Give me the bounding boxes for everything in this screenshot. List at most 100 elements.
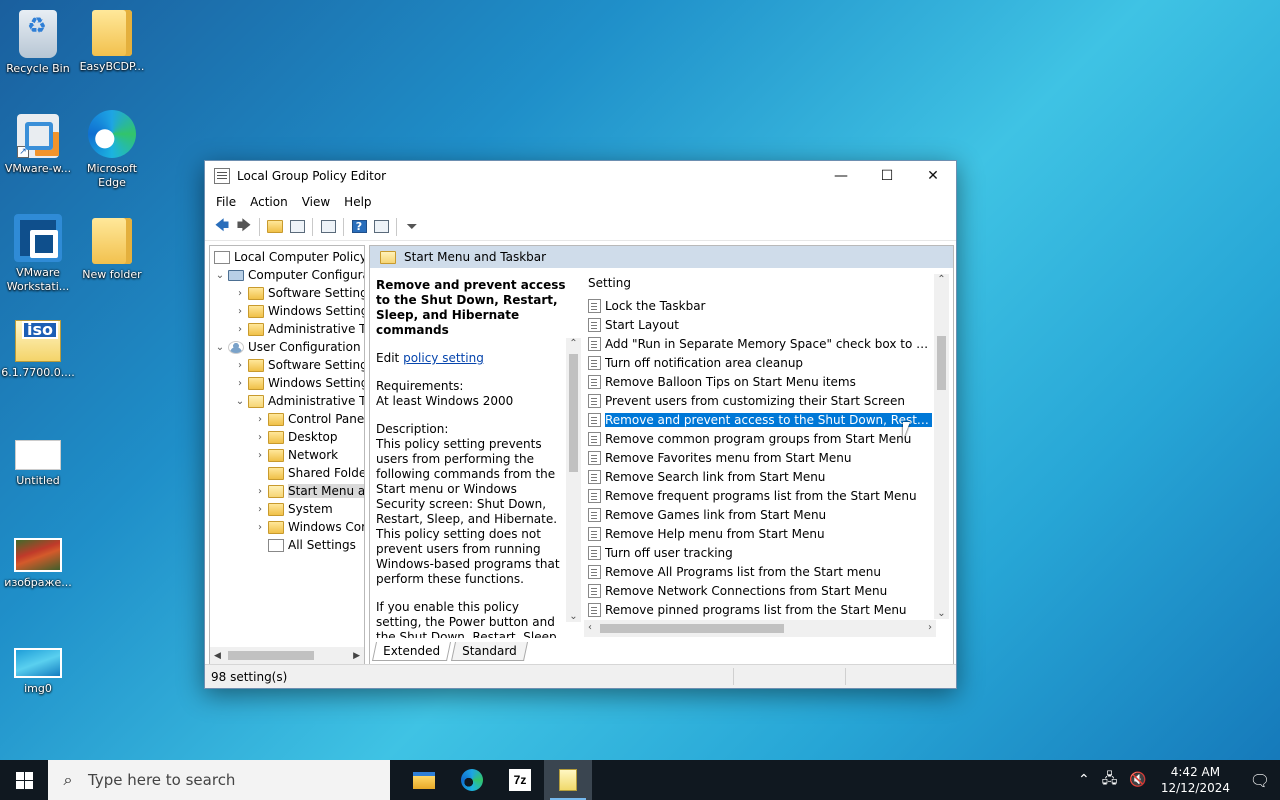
tree-item-computer-software-settings[interactable]: › Software Settings xyxy=(234,284,364,302)
clock[interactable]: 4:42 AM 12/12/2024 xyxy=(1153,764,1240,796)
tree-item-user-software-settings[interactable]: › Software Settings xyxy=(234,356,364,374)
collapse-icon[interactable]: ⌄ xyxy=(214,342,226,353)
expand-icon[interactable]: › xyxy=(234,324,246,335)
scroll-thumb[interactable] xyxy=(569,354,578,472)
setting-row[interactable]: Remove Games link from Start Menu xyxy=(588,505,932,524)
setting-row[interactable]: Prevent users from customizing their Sta… xyxy=(588,391,932,410)
setting-row[interactable]: Turn off user tracking xyxy=(588,543,932,562)
scroll-up-icon[interactable]: ⌃ xyxy=(566,338,581,349)
collapse-icon[interactable]: ⌄ xyxy=(214,270,226,281)
desktop-icon-new-folder[interactable]: New folder xyxy=(74,218,150,282)
menu-action[interactable]: Action xyxy=(243,193,295,211)
collapse-icon[interactable]: ⌄ xyxy=(234,396,246,407)
desktop-icon-untitled[interactable]: Untitled xyxy=(0,430,76,488)
expand-icon[interactable]: › xyxy=(234,306,246,317)
tree-item-shared-folders[interactable]: Shared Folder xyxy=(254,464,364,482)
scroll-left-icon[interactable]: ◀ xyxy=(214,651,221,661)
scroll-thumb[interactable] xyxy=(228,651,314,660)
network-icon[interactable]: 🖧 xyxy=(1096,768,1124,792)
scroll-right-icon[interactable]: › xyxy=(928,622,932,633)
back-button[interactable]: 🡄 xyxy=(211,216,233,238)
scroll-right-icon[interactable]: ▶ xyxy=(353,651,360,661)
scroll-thumb[interactable] xyxy=(600,624,784,633)
taskbar-7zip[interactable]: 7z xyxy=(496,760,544,800)
maximize-button[interactable]: ☐ xyxy=(864,161,910,191)
up-folder-button[interactable] xyxy=(264,216,286,238)
expand-icon[interactable]: › xyxy=(254,522,266,533)
list-horizontal-scrollbar[interactable]: ‹ › xyxy=(584,620,936,637)
title-bar[interactable]: Local Group Policy Editor — ☐ ✕ xyxy=(205,161,956,191)
setting-row[interactable]: Turn off notification area cleanup xyxy=(588,353,932,372)
taskbar-file-explorer[interactable] xyxy=(400,760,448,800)
tree-item-user-configuration[interactable]: ⌄ User Configuration xyxy=(214,338,361,356)
properties-button[interactable] xyxy=(370,216,392,238)
minimize-button[interactable]: — xyxy=(818,161,864,191)
expand-icon[interactable]: › xyxy=(234,360,246,371)
tree-item-user-administrative-templates[interactable]: ⌄ Administrative Te xyxy=(234,392,364,410)
tree-item-all-settings[interactable]: All Settings xyxy=(254,536,356,554)
tab-extended[interactable]: Extended xyxy=(371,642,452,661)
setting-row[interactable]: Start Layout xyxy=(588,315,932,334)
setting-row[interactable]: Remove and prevent access to the Shut Do… xyxy=(588,410,932,429)
tree-item-system[interactable]: › System xyxy=(254,500,333,518)
scroll-thumb[interactable] xyxy=(937,336,946,390)
expand-icon[interactable]: › xyxy=(254,432,266,443)
taskbar-policy-editor[interactable] xyxy=(544,760,592,800)
setting-row[interactable]: Remove pinned programs list from the Sta… xyxy=(588,600,932,619)
tree-item-start-menu-and-taskbar[interactable]: › Start Menu ar xyxy=(254,482,364,500)
setting-row[interactable]: Remove Balloon Tips on Start Menu items xyxy=(588,372,932,391)
expand-icon[interactable]: › xyxy=(254,414,266,425)
column-header-setting[interactable]: Setting xyxy=(588,276,631,290)
desktop-icon-edge[interactable]: Microsoft Edge xyxy=(74,110,150,190)
scroll-down-icon[interactable]: ⌄ xyxy=(934,608,949,619)
description-vertical-scrollbar[interactable]: ⌃ ⌄ xyxy=(566,338,581,622)
export-list-button[interactable] xyxy=(317,216,339,238)
scroll-down-icon[interactable]: ⌄ xyxy=(566,611,581,622)
desktop-icon-vmware-installer[interactable]: ↗ VMware-w... xyxy=(0,114,76,176)
setting-row[interactable]: Remove Search link from Start Menu xyxy=(588,467,932,486)
tree-item-windows-components[interactable]: › Windows Cor xyxy=(254,518,364,536)
expand-icon[interactable]: › xyxy=(234,288,246,299)
setting-row[interactable]: Add "Run in Separate Memory Space" check… xyxy=(588,334,932,353)
expand-icon[interactable]: › xyxy=(254,450,266,461)
tree-item-computer-administrative-templates[interactable]: › Administrative Te xyxy=(234,320,364,338)
show-hidden-icons-icon[interactable]: ⌃ xyxy=(1072,772,1096,788)
desktop-icon-recycle-bin[interactable]: Recycle Bin xyxy=(0,10,76,76)
menu-file[interactable]: File xyxy=(209,193,243,211)
tree-item-user-windows-settings[interactable]: › Windows Setting xyxy=(234,374,364,392)
desktop-icon-iso[interactable]: 6.1.7700.0.... xyxy=(0,320,76,380)
scroll-left-icon[interactable]: ‹ xyxy=(588,622,592,633)
tree-item-control-panel[interactable]: › Control Panel xyxy=(254,410,364,428)
desktop-icon-image[interactable]: изображе... xyxy=(0,530,76,590)
setting-row[interactable]: Remove Favorites menu from Start Menu xyxy=(588,448,932,467)
tree-item-computer-windows-settings[interactable]: › Windows Setting xyxy=(234,302,364,320)
tree-item-computer-configuration[interactable]: ⌄ Computer Configura xyxy=(214,266,364,284)
desktop-icon-easybcd[interactable]: EasyBCDP... xyxy=(74,10,150,74)
desktop-icon-vmware-workstation[interactable]: VMware Workstati... xyxy=(0,214,76,294)
tree-item-network[interactable]: › Network xyxy=(254,446,338,464)
start-button[interactable] xyxy=(0,760,48,800)
setting-row[interactable]: Remove Network Connections from Start Me… xyxy=(588,581,932,600)
expand-icon[interactable]: › xyxy=(234,378,246,389)
filter-button[interactable]: ⏷ xyxy=(401,216,423,238)
forward-button[interactable]: 🡆 xyxy=(233,216,255,238)
menu-help[interactable]: Help xyxy=(337,193,378,211)
setting-row[interactable]: Remove common program groups from Start … xyxy=(588,429,932,448)
scroll-up-icon[interactable]: ⌃ xyxy=(934,274,949,285)
show-hide-tree-button[interactable] xyxy=(286,216,308,238)
expand-icon[interactable]: › xyxy=(254,504,266,515)
taskbar-edge[interactable] xyxy=(448,760,496,800)
tree-item-local-computer-policy[interactable]: Local Computer Policy xyxy=(212,248,364,266)
expand-icon[interactable]: › xyxy=(254,486,266,497)
setting-row[interactable]: Remove Help menu from Start Menu xyxy=(588,524,932,543)
tree-horizontal-scrollbar[interactable]: ◀ ▶ xyxy=(210,647,364,664)
close-button[interactable]: ✕ xyxy=(910,161,956,191)
menu-view[interactable]: View xyxy=(295,193,337,211)
help-button[interactable]: ? xyxy=(348,216,370,238)
notifications-icon[interactable]: 🗨 xyxy=(1240,771,1280,790)
tree-item-desktop[interactable]: › Desktop xyxy=(254,428,338,446)
desktop-icon-img0[interactable]: img0 xyxy=(0,638,76,696)
volume-muted-icon[interactable]: 🔇 xyxy=(1123,772,1152,788)
tab-standard[interactable]: Standard xyxy=(450,642,528,661)
taskbar-search[interactable]: ⌕ Type here to search xyxy=(48,760,390,800)
